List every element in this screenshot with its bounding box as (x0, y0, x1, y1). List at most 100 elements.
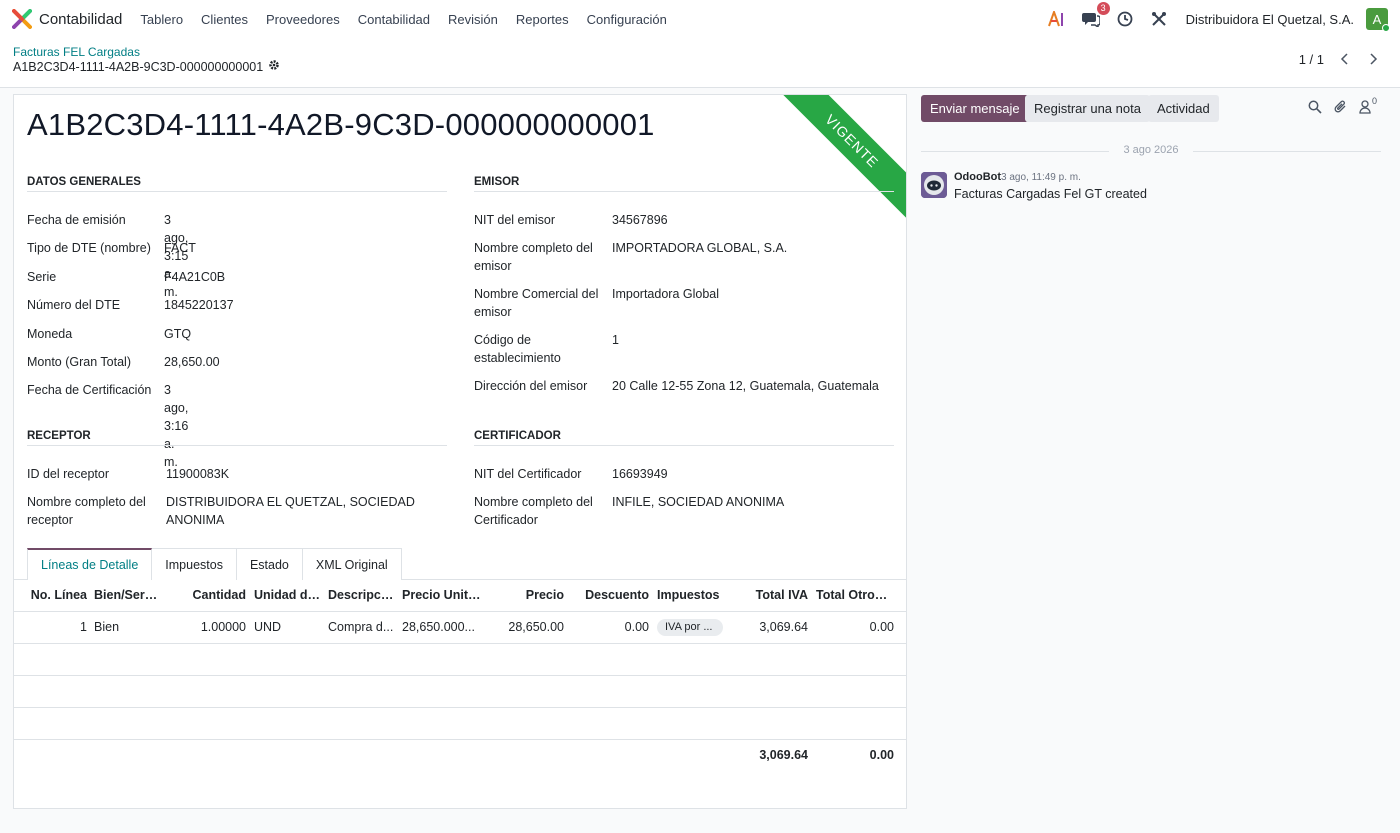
messages-icon[interactable]: 3 (1081, 2, 1110, 28)
cell-total-iva: 3,069.64 (759, 620, 808, 634)
field-label: Nombre Comercial del emisor (474, 287, 599, 319)
group-title: CERTIFICADOR (474, 430, 894, 446)
field-label: NIT del emisor (474, 213, 556, 227)
log-note-button[interactable]: Registrar una nota (1025, 95, 1150, 122)
field-value[interactable]: 16693949 (612, 465, 668, 483)
column-header[interactable]: Descuento (574, 580, 649, 611)
menu-reportes[interactable]: Reportes (516, 12, 569, 27)
field-label: Monto (Gran Total) (27, 355, 131, 369)
breadcrumb-current: A1B2C3D4-1111-4A2B-9C3D-000000000001 (13, 59, 280, 74)
avatar-letter: A (1372, 11, 1382, 27)
menu-tablero[interactable]: Tablero (140, 12, 183, 27)
tab-impuestos[interactable]: Impuestos (151, 548, 237, 580)
empty-row (14, 676, 906, 708)
field-value[interactable]: 1845220137 (164, 296, 234, 314)
field-nit-certificador: NIT del Certificador 16693949 (474, 465, 668, 483)
search-icon[interactable] (1308, 100, 1324, 116)
menu-proveedores[interactable]: Proveedores (266, 12, 340, 27)
detail-lines-table: No. Línea Bien/Servi... Cantidad Unidad … (14, 580, 906, 740)
chatter-panel: Enviar mensaje Registrar una nota Activi… (913, 88, 1400, 833)
field-label: Fecha de Certificación (27, 383, 152, 397)
table-footer-totals: 3,069.64 0.00 (14, 740, 906, 772)
send-message-button[interactable]: Enviar mensaje (921, 95, 1029, 122)
field-label: Número del DTE (27, 298, 121, 312)
tab-xml-original[interactable]: XML Original (301, 548, 402, 580)
field-id-receptor: ID del receptor 11900083K (27, 465, 229, 483)
followers-count: 0 (1372, 96, 1378, 106)
field-value[interactable]: FACT (164, 239, 196, 257)
field-tipo-dte: Tipo de DTE (nombre) FACT (27, 239, 196, 257)
user-avatar[interactable]: A (1366, 8, 1390, 32)
field-value[interactable]: 28,650.00 (164, 353, 220, 371)
column-header[interactable]: Bien/Servi... (94, 580, 164, 611)
column-header[interactable]: Precio (490, 580, 564, 611)
field-value[interactable]: Importadora Global (612, 285, 892, 303)
field-label: Serie (27, 270, 57, 284)
followers-icon[interactable]: 0 (1359, 96, 1383, 116)
form-sheet: A1B2C3D4-1111-4A2B-9C3D-000000000001 VIG… (13, 94, 907, 809)
field-value[interactable]: 20 Calle 12-55 Zona 12, Guatemala, Guate… (612, 377, 902, 395)
message-time: 3 ago, 11:49 p. m. (1001, 172, 1081, 183)
field-nombre-comercial: Nombre Comercial del emisor Importadora … (474, 285, 719, 321)
group-title: EMISOR (474, 176, 894, 192)
cell-unidad: UND (254, 620, 282, 634)
column-header[interactable]: Total Otros I... (816, 580, 894, 611)
field-label: Nombre completo del emisor (474, 241, 593, 273)
chevron-left-icon[interactable] (1332, 48, 1358, 70)
field-value[interactable]: F4A21C0B (164, 268, 225, 286)
separator-line (1193, 151, 1381, 152)
app-logo-icon[interactable] (12, 9, 32, 29)
paperclip-icon[interactable] (1334, 100, 1350, 116)
cell-precio-unitario: 28,650.000... (402, 620, 475, 634)
tab-lineas-detalle[interactable]: Líneas de Detalle (27, 548, 153, 581)
column-header[interactable]: Unidad de... (254, 580, 322, 611)
field-value[interactable]: INFILE, SOCIEDAD ANONIMA (612, 493, 892, 511)
odoobot-avatar[interactable] (921, 172, 947, 198)
company-switcher[interactable]: Distribuidora El Quetzal, S.A. (1186, 12, 1354, 27)
pager-value[interactable]: 1 / 1 (1299, 52, 1324, 67)
activity-clock-icon[interactable] (1116, 10, 1134, 28)
pager: 1 / 1 (1299, 48, 1400, 70)
tab-estado[interactable]: Estado (235, 548, 303, 580)
field-numero-dte: Número del DTE 1845220137 (27, 296, 234, 314)
column-header[interactable]: No. Línea (27, 580, 87, 611)
field-value[interactable]: DISTRIBUIDORA EL QUETZAL, SOCIEDAD ANONI… (166, 493, 426, 529)
field-nit-emisor: NIT del emisor 34567896 (474, 211, 668, 229)
field-value[interactable]: 34567896 (612, 211, 668, 229)
menu-revision[interactable]: Revisión (448, 12, 498, 27)
activity-button[interactable]: Actividad (1148, 95, 1219, 122)
field-fecha-emision: Fecha de emisión 3 ago, 3:15 a. m. (27, 211, 188, 299)
menu-clientes[interactable]: Clientes (201, 12, 248, 27)
notebook-tabs: Líneas de Detalle Impuestos Estado XML O… (14, 548, 906, 581)
breadcrumb-parent[interactable]: Facturas FEL Cargadas (13, 45, 140, 59)
cell-descripcion: Compra d... (328, 620, 394, 634)
empty-row (14, 644, 906, 676)
column-header[interactable]: Descripción (328, 580, 396, 611)
ai-assistant-icon[interactable] (1047, 10, 1066, 28)
cell-impuestos: IVA por ... (657, 612, 735, 643)
column-header[interactable]: Precio Unita... (402, 580, 484, 611)
top-navbar: Contabilidad Tablero Clientes Proveedore… (0, 0, 1400, 38)
debug-tools-icon[interactable] (1150, 10, 1168, 28)
field-value[interactable]: GTQ (164, 325, 191, 343)
field-fecha-certificacion: Fecha de Certificación 3 ago, 3:16 a. m. (27, 381, 188, 469)
gear-icon[interactable] (268, 59, 280, 74)
field-value[interactable]: 1 (612, 331, 892, 349)
column-header[interactable]: Impuestos (657, 580, 727, 611)
column-header[interactable]: Cantidad (174, 580, 246, 611)
app-name[interactable]: Contabilidad (39, 11, 122, 28)
field-value[interactable]: 11900083K (166, 465, 229, 483)
column-header[interactable]: Total IVA (734, 580, 808, 611)
message-author[interactable]: OdooBot (954, 171, 1001, 183)
table-row[interactable]: 1 Bien 1.00000 UND Compra d... 28,650.00… (14, 612, 906, 644)
field-value[interactable]: IMPORTADORA GLOBAL, S.A. (612, 239, 892, 257)
group-title: RECEPTOR (27, 430, 447, 446)
menu-configuracion[interactable]: Configuración (587, 12, 667, 27)
group-emisor: EMISOR NIT del emisor 34567896 Nombre co… (474, 176, 894, 406)
chevron-right-icon[interactable] (1360, 48, 1386, 70)
total-iva-sum: 3,069.64 (759, 748, 808, 762)
menu-contabilidad[interactable]: Contabilidad (358, 12, 430, 27)
breadcrumb-current-label: A1B2C3D4-1111-4A2B-9C3D-000000000001 (13, 59, 264, 74)
date-separator-label: 3 ago 2026 (1123, 144, 1179, 156)
tax-tag[interactable]: IVA por ... (657, 619, 723, 636)
